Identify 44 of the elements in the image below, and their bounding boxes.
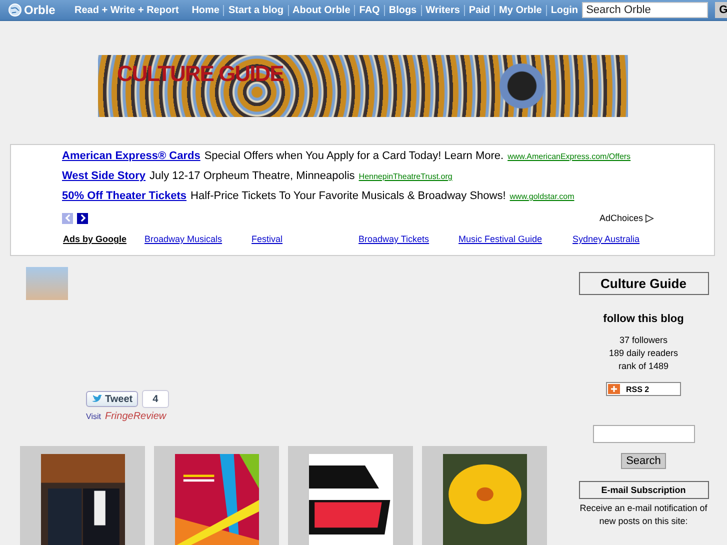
globe-icon xyxy=(8,3,22,17)
search-field[interactable] xyxy=(592,425,694,443)
search-button[interactable]: G xyxy=(715,2,727,18)
ad-url-link[interactable]: HennepinTheatreTrust.org xyxy=(358,172,452,181)
ad-text: July 12-17 Orpheum Theatre, Minneapolis xyxy=(150,170,355,182)
stat-text: 189 daily readers xyxy=(608,347,678,360)
ad-text: Half-Price Tickets To Your Favorite Musicals & Broadway Shows! xyxy=(190,190,506,202)
ad-url-link[interactable]: www.AmericanExpress.com/Offers xyxy=(508,152,631,161)
ad-link[interactable]: Sydney Australia xyxy=(572,234,640,244)
avatar-picture xyxy=(26,267,68,300)
search-field[interactable]: Search Orble xyxy=(582,2,708,18)
stat-text: rank of 1489 xyxy=(617,360,670,373)
adchoices-link[interactable]: AdChoices xyxy=(599,213,654,223)
follow-link[interactable]: follow this blog xyxy=(603,313,684,325)
blog-title: Culture Guide xyxy=(578,272,708,295)
ad-link[interactable]: Festival xyxy=(252,234,359,244)
thumbnail-card[interactable] xyxy=(422,446,547,545)
play-triangle-icon xyxy=(645,214,654,222)
ad-link[interactable]: Music Festival Guide xyxy=(458,234,573,244)
ad-link[interactable]: Broadway Tickets xyxy=(358,234,459,244)
ad-title-link[interactable]: American Express® Cards xyxy=(62,150,200,162)
ad-text: Special Offers when You Apply for a Card Today! Learn More. xyxy=(204,150,504,162)
bird-icon xyxy=(91,394,103,404)
banner-title: CULTURE GUIDE xyxy=(117,61,284,87)
rss-button[interactable]: RSS 2 xyxy=(606,382,681,396)
ads-by-google-link[interactable]: Ads by Google xyxy=(63,234,127,244)
search-button[interactable]: Search xyxy=(621,453,666,469)
ad-link[interactable]: Broadway Musicals xyxy=(144,234,252,244)
ad-url-link[interactable]: www.goldstar.com xyxy=(510,192,574,201)
ad-title-link[interactable]: 50% Off Theater Tickets xyxy=(62,190,187,202)
visit-label: Visit xyxy=(86,412,101,421)
tweet-count: 4 xyxy=(142,390,170,408)
visit-link[interactable]: FringeReview xyxy=(104,411,166,422)
plus-icon xyxy=(608,384,620,394)
ad-title-link[interactable]: West Side Story xyxy=(62,170,146,182)
tagline: Read + Write + Report xyxy=(74,4,180,16)
thumbnail-card[interactable] xyxy=(20,446,145,545)
thumbnail-card[interactable] xyxy=(288,446,413,545)
subscription-title: E-mail Subscription xyxy=(578,481,708,499)
thumbnail-card[interactable] xyxy=(154,446,279,545)
tweet-button[interactable]: Tweet xyxy=(86,391,138,407)
stat-text: 37 followers xyxy=(618,334,668,347)
subscription-text: Receive an e-mail notification of new posts on this site: xyxy=(578,502,708,528)
next-button[interactable] xyxy=(77,212,88,224)
